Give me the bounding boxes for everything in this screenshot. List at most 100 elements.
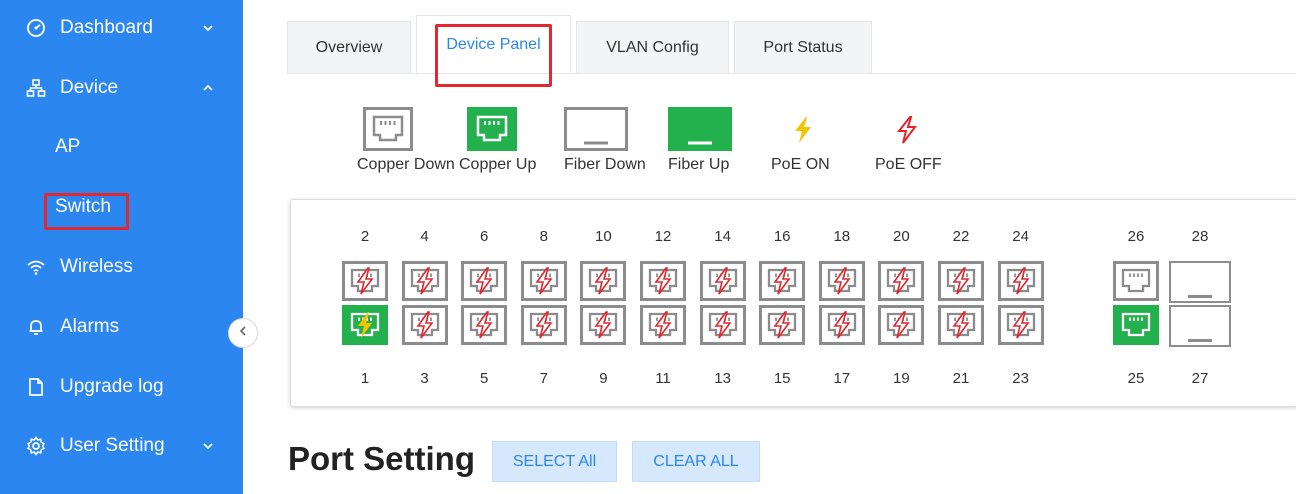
sidebar-item-ap[interactable]: AP bbox=[0, 122, 243, 172]
port-number-bottom: 23 bbox=[1012, 370, 1029, 387]
poe-on-legend-icon bbox=[792, 116, 814, 149]
port-number-top: 10 bbox=[595, 228, 612, 245]
port-1[interactable] bbox=[342, 305, 388, 345]
ethernet-port-icon bbox=[997, 305, 1044, 345]
ethernet-port-icon bbox=[818, 305, 865, 345]
port-23[interactable] bbox=[997, 305, 1044, 345]
ethernet-port-icon bbox=[520, 305, 567, 345]
port-15[interactable] bbox=[759, 305, 806, 345]
tab-label: Port Status bbox=[763, 39, 843, 56]
chevron-down-icon bbox=[200, 438, 216, 454]
sidebar-item-device[interactable]: Device bbox=[0, 63, 243, 113]
fiber-port-27[interactable] bbox=[1169, 305, 1231, 347]
ethernet-port-icon bbox=[580, 305, 627, 345]
port-number-top: 14 bbox=[714, 228, 731, 245]
ethernet-port-icon bbox=[520, 261, 567, 301]
ethernet-port-icon bbox=[461, 305, 508, 345]
port-20[interactable] bbox=[878, 261, 925, 301]
port-number-bottom: 27 bbox=[1191, 370, 1209, 387]
wifi-icon bbox=[26, 257, 46, 277]
ethernet-port-icon bbox=[938, 261, 984, 301]
chevron-left-icon bbox=[237, 324, 249, 342]
port-18[interactable] bbox=[818, 261, 865, 301]
tab-overview[interactable]: Overview bbox=[287, 21, 411, 74]
port-number-top: 22 bbox=[952, 228, 970, 245]
ethernet-port-icon bbox=[640, 261, 686, 301]
document-icon bbox=[26, 377, 46, 397]
port-4[interactable] bbox=[401, 261, 448, 301]
sidebar-item-label: Alarms bbox=[60, 316, 120, 337]
gear-icon bbox=[26, 436, 46, 456]
port-number-top: 2 bbox=[360, 228, 370, 245]
port-number-bottom: 25 bbox=[1127, 370, 1145, 387]
collapse-sidebar-button[interactable] bbox=[228, 318, 258, 348]
fiber-port-28[interactable] bbox=[1169, 261, 1231, 303]
ethernet-port-icon bbox=[818, 261, 865, 301]
port-19[interactable] bbox=[878, 305, 925, 345]
ethernet-port-icon bbox=[580, 261, 627, 301]
sidebar-item-dashboard[interactable]: Dashboard bbox=[0, 3, 243, 53]
copper-down-label: Copper Down bbox=[357, 156, 455, 173]
port-3[interactable] bbox=[401, 305, 448, 345]
port-number-bottom: 5 bbox=[480, 370, 489, 387]
port-13[interactable] bbox=[699, 305, 746, 345]
port-number-bottom: 13 bbox=[714, 370, 731, 387]
port-number-bottom: 7 bbox=[539, 370, 548, 387]
ethernet-port-icon bbox=[401, 305, 448, 345]
tab-port-status[interactable]: Port Status bbox=[734, 21, 872, 74]
port-14[interactable] bbox=[699, 261, 746, 301]
tab-vlan-config[interactable]: VLAN Config bbox=[576, 21, 729, 74]
port-number-top: 18 bbox=[833, 228, 851, 245]
ethernet-port-icon bbox=[759, 261, 806, 301]
port-2[interactable] bbox=[342, 261, 388, 301]
port-number-bottom: 15 bbox=[773, 370, 791, 387]
port-8[interactable] bbox=[520, 261, 567, 301]
port-number-top: 16 bbox=[773, 228, 791, 245]
port-6[interactable] bbox=[461, 261, 508, 301]
port-16[interactable] bbox=[759, 261, 806, 301]
port-26[interactable] bbox=[1113, 261, 1159, 301]
fiber-up-legend-icon bbox=[668, 107, 732, 156]
port-7[interactable] bbox=[520, 305, 567, 345]
sidebar-item-alarms[interactable]: Alarms bbox=[0, 302, 243, 352]
ethernet-port-icon bbox=[997, 261, 1044, 301]
port-22[interactable] bbox=[938, 261, 984, 301]
port-number-top: 4 bbox=[420, 228, 429, 245]
port-5[interactable] bbox=[461, 305, 508, 345]
copper-up-legend-icon bbox=[467, 107, 517, 156]
port-24[interactable] bbox=[997, 261, 1044, 301]
port-12[interactable] bbox=[640, 261, 686, 301]
ethernet-port-icon bbox=[759, 305, 806, 345]
ethernet-port-icon bbox=[699, 305, 746, 345]
ethernet-port-icon bbox=[401, 261, 448, 301]
port-11[interactable] bbox=[640, 305, 686, 345]
select-all-button[interactable]: SELECT All bbox=[492, 441, 617, 482]
port-number-bottom: 3 bbox=[420, 370, 429, 387]
port-21[interactable] bbox=[938, 305, 984, 345]
port-number-top: 28 bbox=[1191, 228, 1209, 245]
sidebar-item-user-setting[interactable]: User Setting bbox=[0, 421, 243, 471]
app-root: Dashboard Device AP Switch Wireless Alar… bbox=[0, 0, 1296, 494]
sidebar-item-wireless[interactable]: Wireless bbox=[0, 242, 243, 292]
port-17[interactable] bbox=[818, 305, 865, 345]
clear-all-button[interactable]: CLEAR ALL bbox=[632, 441, 760, 482]
port-25[interactable] bbox=[1113, 305, 1159, 345]
port-number-bottom: 11 bbox=[655, 370, 671, 387]
port-number-bottom: 17 bbox=[833, 370, 851, 387]
port-10[interactable] bbox=[580, 261, 627, 301]
sidebar-item-upgrade-log[interactable]: Upgrade log bbox=[0, 362, 243, 412]
bell-icon bbox=[26, 317, 46, 337]
port-number-top: 6 bbox=[480, 228, 489, 245]
fiber-down-label: Fiber Down bbox=[564, 156, 646, 173]
switch-highlight-box bbox=[44, 193, 129, 230]
ethernet-port-icon bbox=[1113, 305, 1159, 345]
ethernet-port-icon bbox=[699, 261, 746, 301]
port-number-top: 20 bbox=[893, 228, 910, 245]
sidebar-item-label: Dashboard bbox=[60, 17, 153, 38]
tab-label: VLAN Config bbox=[606, 39, 699, 56]
port-9[interactable] bbox=[580, 305, 627, 345]
fiber-slot-icon bbox=[1188, 295, 1212, 298]
chevron-up-icon bbox=[200, 80, 216, 96]
sidebar-item-label: AP bbox=[55, 136, 81, 157]
poe-on-label: PoE ON bbox=[771, 156, 830, 173]
